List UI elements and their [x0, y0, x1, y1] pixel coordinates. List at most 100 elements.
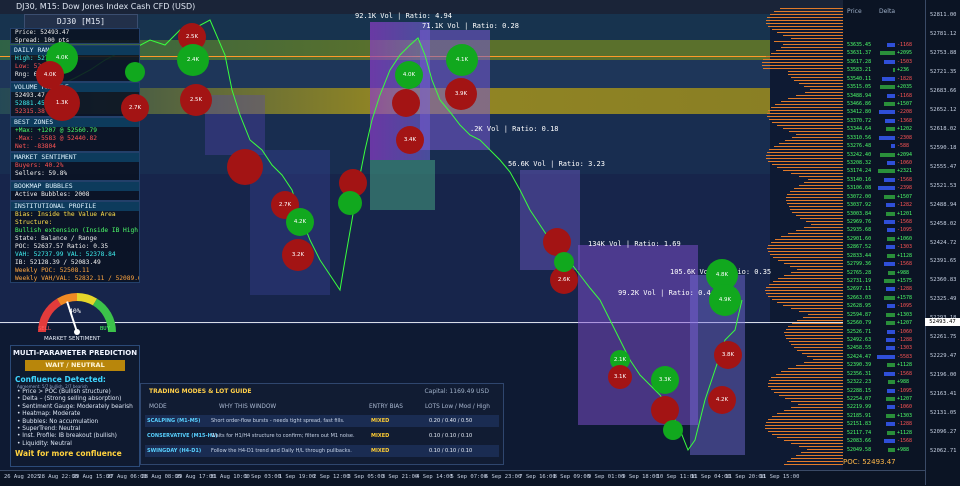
volume-profile-bar — [802, 353, 843, 354]
dom-price[interactable]: 52424.47 — [847, 354, 871, 360]
dom-price[interactable]: 53617.28 — [847, 59, 871, 65]
dom-price[interactable]: 52935.68 — [847, 227, 871, 233]
volume-profile-bar — [774, 392, 843, 393]
dom-price[interactable]: 53370.72 — [847, 118, 871, 124]
order-bubble: 4.2K — [286, 208, 314, 236]
dom-price[interactable]: 52867.52 — [847, 244, 871, 250]
dom-price[interactable]: 52628.95 — [847, 303, 871, 309]
dom-price[interactable]: 53106.08 — [847, 185, 871, 191]
volume-profile-bar — [778, 395, 843, 396]
dom-price[interactable]: 53037.92 — [847, 202, 871, 208]
dom-price[interactable]: 52526.71 — [847, 329, 871, 335]
volume-profile-bar — [771, 299, 843, 300]
dom-price[interactable]: 52458.55 — [847, 345, 871, 351]
dom-price[interactable]: 53003.84 — [847, 211, 871, 217]
dom-price[interactable]: 53412.80 — [847, 109, 871, 115]
dom-price[interactable]: 53540.11 — [847, 76, 871, 82]
dom-price[interactable]: 52390.39 — [847, 362, 871, 368]
buyers-value: Buyers: 40.2% — [15, 162, 64, 169]
dom-delta: +2094 — [897, 151, 913, 158]
volume-profile-bar — [768, 245, 843, 246]
dom-price[interactable]: 52288.15 — [847, 388, 871, 394]
dom-price[interactable]: 52492.63 — [847, 337, 871, 343]
dom-price[interactable]: 53344.64 — [847, 126, 871, 132]
dom-price[interactable]: 52560.79 — [847, 320, 871, 326]
dom-price[interactable]: 53635.45 — [847, 42, 871, 48]
dom-price[interactable]: 52594.87 — [847, 312, 871, 318]
dom-delta-bar — [883, 177, 895, 182]
dom-delta: +1303 — [897, 412, 913, 419]
dom-delta-bar — [887, 329, 895, 334]
order-bubble — [227, 149, 263, 185]
guide-capital: Capital: 1169.49 USD — [424, 388, 489, 395]
guide-row[interactable]: SWINGDAY (H4-D1) Follow the H4-D1 trend … — [145, 445, 499, 457]
dom-price[interactable]: 53208.32 — [847, 160, 871, 166]
info-panel: Price: 52493.47 Spread: 100 pts — [10, 28, 140, 44]
dom-price[interactable]: 52356.31 — [847, 371, 871, 377]
dom-delta-bar — [880, 51, 895, 56]
order-bubble: 4.0K — [395, 61, 423, 89]
dom-delta: -2208 — [897, 109, 913, 116]
volume-profile-bar — [783, 170, 843, 171]
dom-ladder[interactable]: Price Delta 53635.45 -1168 53631.37 +2095 53… — [843, 0, 925, 470]
dom-price[interactable]: 53140.16 — [847, 177, 871, 183]
volume-profile-bar — [797, 269, 843, 270]
dom-price[interactable]: 52833.44 — [847, 253, 871, 259]
dom-price[interactable]: 52151.83 — [847, 421, 871, 427]
price-tick: 52325.49 — [930, 296, 957, 303]
wait-message: Wait for more confluence — [15, 449, 122, 459]
dom-delta-bar — [887, 380, 895, 385]
dom-price[interactable]: 52185.91 — [847, 413, 871, 419]
guide-row[interactable]: CONSERVATIVE (M15-H1) Waits for H1/H4 st… — [145, 430, 499, 442]
dom-price[interactable]: 53174.24 — [847, 168, 871, 174]
dom-price[interactable]: 53488.94 — [847, 93, 871, 99]
volume-profile-bar — [796, 95, 843, 96]
dom-price[interactable]: 52663.03 — [847, 295, 871, 301]
dom-price[interactable]: 53515.05 — [847, 84, 871, 90]
dom-delta: +236 — [897, 67, 910, 74]
dom-price[interactable]: 53583.21 — [847, 67, 871, 73]
dom-price[interactable]: 52254.07 — [847, 396, 871, 402]
dom-price[interactable]: 52219.99 — [847, 404, 871, 410]
volume-profile-bar — [766, 23, 843, 24]
dom-delta: -1095 — [897, 303, 913, 310]
volume-profile-bar — [788, 98, 843, 99]
dom-delta: +2321 — [897, 168, 913, 175]
dom-price[interactable]: 53631.37 — [847, 50, 871, 56]
guide-lots: 0.20 / 0.40 / 0.50 — [429, 418, 473, 424]
dom-price[interactable]: 52697.11 — [847, 286, 871, 292]
dom-price[interactable]: 52901.60 — [847, 236, 871, 242]
volume-profile-bar — [775, 239, 843, 240]
dom-price[interactable]: 53466.86 — [847, 101, 871, 107]
dom-delta: -1060 — [897, 404, 913, 411]
volume-profile-bar — [782, 44, 843, 45]
dom-price[interactable]: 52799.36 — [847, 261, 871, 267]
guide-row[interactable]: SCALPING (M1-M5) Short order-flow bursts… — [145, 415, 499, 427]
dom-price[interactable]: 52049.58 — [847, 447, 871, 453]
dom-delta-bar — [885, 118, 895, 123]
chart-area[interactable]: DJ30, M15: Dow Jones Index Cash CFD (USD… — [0, 0, 925, 470]
dom-price[interactable]: 52117.74 — [847, 430, 871, 436]
dom-price[interactable]: 53310.56 — [847, 135, 871, 141]
order-bubble: 4.2K — [708, 386, 736, 414]
dom-price[interactable]: 53072.00 — [847, 194, 871, 200]
guide-bias: MIXED — [371, 418, 390, 424]
dom-delta-bar — [880, 152, 895, 157]
dom-delta-bar — [887, 405, 895, 410]
dom-price[interactable]: 52731.19 — [847, 278, 871, 284]
price-axis[interactable]: 52811.00 52781.12 52753.88 52721.35 52683.66… — [925, 0, 960, 485]
time-axis[interactable]: 26 Aug 2025 28 Aug 22:00 29 Aug 15:00 27 Au… — [0, 470, 925, 486]
dom-delta: -1568 — [897, 370, 913, 377]
dom-price[interactable]: 53242.40 — [847, 152, 871, 158]
dom-price[interactable]: 53276.48 — [847, 143, 871, 149]
guide-mode: SWINGDAY (H4-D1) — [147, 448, 202, 454]
dom-delta-bar — [886, 93, 895, 98]
dom-price[interactable]: 52322.23 — [847, 379, 871, 385]
order-bubble: 3.1K — [608, 365, 632, 389]
dom-price[interactable]: 52765.28 — [847, 270, 871, 276]
volume-profile-bar — [775, 374, 843, 375]
dom-price[interactable]: 52083.66 — [847, 438, 871, 444]
dom-delta-bar — [885, 203, 895, 208]
dom-price[interactable]: 52969.76 — [847, 219, 871, 225]
dom-delta: -1288 — [897, 421, 913, 428]
